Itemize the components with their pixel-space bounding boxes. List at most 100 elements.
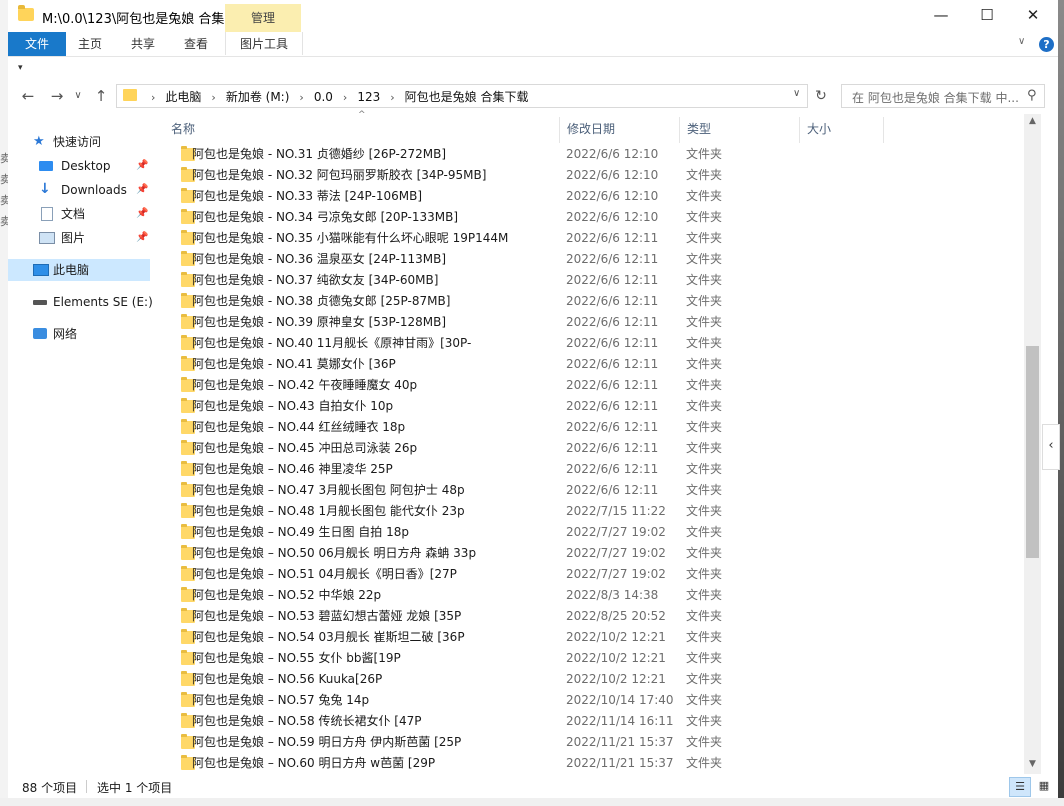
file-row[interactable]: 阿包也是兔娘 - NO.41 莫娜女仆 [36P 2022/6/6 12:11 文件… (164, 354, 884, 375)
file-row[interactable]: 阿包也是兔娘 – NO.54 03月舰长 崔斯坦二破 [36P 2022/10/2… (164, 627, 884, 648)
pin-icon[interactable]: 📌 (136, 227, 148, 249)
file-name: 阿包也是兔娘 – NO.53 碧蓝幻想古蕾娅 龙娘 [35P (192, 609, 462, 623)
help-icon[interactable]: ? (1039, 37, 1054, 52)
breadcrumb-current-folder[interactable]: 阿包也是兔娘 合集下载 (405, 90, 529, 104)
nav-label: 快速访问 (53, 135, 102, 149)
nav-desktop[interactable]: Desktop 📌 (8, 155, 153, 177)
tab-view[interactable]: 查看 (176, 32, 216, 56)
nav-documents[interactable]: 文档 📌 (8, 203, 153, 225)
back-arrow-icon[interactable]: ← (16, 86, 40, 106)
nav-this-pc[interactable]: 此电脑 (8, 259, 150, 281)
scroll-up-arrow-icon[interactable]: ▲ (1024, 116, 1041, 126)
pin-icon[interactable]: 📌 (136, 179, 148, 201)
nav-downloads[interactable]: ↓ Downloads 📌 (8, 179, 153, 201)
file-row[interactable]: 阿包也是兔娘 - NO.33 蒂法 [24P-106MB] 2022/6/6 12… (164, 186, 884, 207)
nav-label: 文档 (61, 207, 86, 221)
pane-toggle-chevron-icon[interactable]: ‹ (1042, 424, 1060, 470)
file-name: 阿包也是兔娘 – NO.54 03月舰长 崔斯坦二破 [36P (192, 630, 465, 644)
breadcrumb-volume[interactable]: 新加卷 (M:) (226, 90, 290, 104)
scroll-down-arrow-icon[interactable]: ▼ (1024, 759, 1041, 769)
nav-elements-drive[interactable]: Elements SE (E:) (8, 291, 153, 313)
file-row[interactable]: 阿包也是兔娘 – NO.59 明日方舟 伊内斯芭菌 [25P 2022/11/21… (164, 732, 884, 753)
pin-icon[interactable]: 📌 (136, 203, 148, 225)
maximize-button[interactable]: ☐ (964, 0, 1010, 32)
file-date: 2022/6/6 12:11 (566, 294, 659, 308)
file-row[interactable]: 阿包也是兔娘 – NO.55 女仆 bb酱[19P 2022/10/2 12:21… (164, 648, 884, 669)
vertical-scrollbar[interactable]: ▲ ▼ (1024, 114, 1041, 774)
column-header-size[interactable]: 大小 (800, 117, 884, 143)
file-row[interactable]: 阿包也是兔娘 – NO.44 红丝绒睡衣 18p 2022/6/6 12:11 文件… (164, 417, 884, 438)
file-row[interactable]: 阿包也是兔娘 - NO.31 贞德婚纱 [26P-272MB] 2022/6/6 … (164, 144, 884, 165)
tab-home[interactable]: 主页 (70, 32, 110, 56)
file-row[interactable]: 阿包也是兔娘 – NO.45 冲田总司泳装 26p 2022/6/6 12:11 文… (164, 438, 884, 459)
file-name: 阿包也是兔娘 – NO.55 女仆 bb酱[19P (192, 651, 401, 665)
breadcrumb-this-pc[interactable]: 此电脑 (165, 90, 201, 104)
file-row[interactable]: 阿包也是兔娘 – NO.60 明日方舟 w芭菌 [29P 2022/11/21 1… (164, 753, 884, 774)
file-row[interactable]: 阿包也是兔娘 - NO.32 阿包玛丽罗斯胶衣 [34P-95MB] 2022/6… (164, 165, 884, 186)
file-name: 阿包也是兔娘 – NO.43 自拍女仆 10p (192, 399, 394, 413)
file-row[interactable]: 阿包也是兔娘 – NO.51 04月舰长《明日香》[27P 2022/7/27 1… (164, 564, 884, 585)
file-row[interactable]: 阿包也是兔娘 – NO.49 生日图 自拍 18p 2022/7/27 19:02… (164, 522, 884, 543)
title-bar[interactable]: M:\0.0\123\阿包也是兔娘 合集... 管理 — ☐ ✕ (8, 0, 1058, 32)
refresh-icon[interactable]: ↻ (811, 84, 831, 108)
column-header-type[interactable]: 类型 (680, 117, 800, 143)
nav-label: 网络 (53, 327, 78, 341)
close-button[interactable]: ✕ (1010, 0, 1056, 32)
file-row[interactable]: 阿包也是兔娘 - NO.40 11月舰长《原神甘雨》[30P- 2022/6/6 … (164, 333, 884, 354)
tab-share[interactable]: 共享 (123, 32, 163, 56)
scrollbar-thumb[interactable] (1026, 346, 1039, 558)
details-view-icon[interactable]: ☰ (1009, 777, 1031, 797)
file-row[interactable]: 阿包也是兔娘 - NO.35 小猫咪能有什么坏心眼呢 19P144M 2022/6… (164, 228, 884, 249)
file-name: 阿包也是兔娘 – NO.50 06月舰长 明日方舟 森蚺 33p (192, 546, 477, 560)
file-row[interactable]: 阿包也是兔娘 – NO.57 兔兔 14p 2022/10/14 17:40 文件夹 (164, 690, 884, 711)
tab-picture-tools[interactable]: 图片工具 (225, 32, 303, 55)
nav-network[interactable]: 网络 (8, 323, 153, 345)
minimize-button[interactable]: — (918, 0, 964, 32)
file-date: 2022/6/6 12:10 (566, 147, 659, 161)
selection-count: 选中 1 个项目 (97, 781, 173, 795)
file-row[interactable]: 阿包也是兔娘 – NO.47 3月舰长图包 阿包护士 48p 2022/6/6 1… (164, 480, 884, 501)
recent-locations-icon[interactable]: ∨ (66, 86, 90, 106)
file-row[interactable]: 阿包也是兔娘 - NO.37 纯欲女友 [34P-60MB] 2022/6/6 1… (164, 270, 884, 291)
column-header-name[interactable]: 名称 (164, 117, 560, 143)
navigation-pane: ★ 快速访问 Desktop 📌 ↓ Downloads 📌 文档 📌 图片 📌… (8, 114, 158, 774)
file-row[interactable]: 阿包也是兔娘 - NO.36 温泉巫女 [24P-113MB] 2022/6/6 … (164, 249, 884, 270)
file-row[interactable]: 阿包也是兔娘 – NO.43 自拍女仆 10p 2022/6/6 12:11 文件夹 (164, 396, 884, 417)
file-row[interactable]: 阿包也是兔娘 – NO.46 神里凌华 25P 2022/6/6 12:11 文件夹 (164, 459, 884, 480)
address-history-dropdown-icon[interactable]: ∨ (793, 88, 800, 99)
quick-access-toolbar-dropdown[interactable]: ▾ (18, 63, 23, 73)
manage-context-header[interactable]: 管理 (225, 4, 301, 32)
nav-pictures[interactable]: 图片 📌 (8, 227, 153, 249)
file-row[interactable]: 阿包也是兔娘 – NO.56 Kuuka[26P 2022/10/2 12:21 文… (164, 669, 884, 690)
file-date: 2022/6/6 12:11 (566, 399, 659, 413)
file-type: 文件夹 (686, 756, 723, 770)
file-date: 2022/6/6 12:10 (566, 168, 659, 182)
breadcrumb-folder[interactable]: 123 (357, 90, 380, 104)
column-header-date[interactable]: 修改日期 (560, 117, 680, 143)
breadcrumb-folder[interactable]: 0.0 (314, 90, 333, 104)
nav-quick-access[interactable]: ★ 快速访问 (8, 131, 153, 153)
large-icons-view-icon[interactable]: ▦ (1034, 777, 1054, 795)
file-row[interactable]: 阿包也是兔娘 – NO.52 中华娘 22p 2022/8/3 14:38 文件夹 (164, 585, 884, 606)
up-arrow-icon[interactable]: ↑ (89, 86, 113, 106)
tab-file[interactable]: 文件 (8, 32, 66, 56)
file-row[interactable]: 阿包也是兔娘 – NO.48 1月舰长图包 能代女仆 23p 2022/7/15 … (164, 501, 884, 522)
folder-icon (123, 89, 137, 101)
file-row[interactable]: 阿包也是兔娘 - NO.34 弓凉兔女郎 [20P-133MB] 2022/6/6… (164, 207, 884, 228)
ribbon-expand-icon[interactable]: ∨ (1018, 36, 1025, 47)
search-input[interactable]: 在 阿包也是兔娘 合集下载 中... ⚲ (841, 84, 1045, 108)
pin-icon[interactable]: 📌 (136, 155, 148, 177)
file-name: 阿包也是兔娘 - NO.36 温泉巫女 [24P-113MB] (192, 252, 447, 266)
file-row[interactable]: 阿包也是兔娘 – NO.42 午夜睡睡魔女 40p 2022/6/6 12:11 文… (164, 375, 884, 396)
file-row[interactable]: 阿包也是兔娘 – NO.50 06月舰长 明日方舟 森蚺 33p 2022/7/2… (164, 543, 884, 564)
file-name: 阿包也是兔娘 - NO.32 阿包玛丽罗斯胶衣 [34P-95MB] (192, 168, 487, 182)
address-bar[interactable]: › 此电脑 › 新加卷 (M:) › 0.0 › 123 › 阿包也是兔娘 合集下载 ∨ (116, 84, 808, 108)
window-title: M:\0.0\123\阿包也是兔娘 合集... (42, 12, 237, 27)
file-date: 2022/7/27 19:02 (566, 525, 666, 539)
file-row[interactable]: 阿包也是兔娘 - NO.38 贞德兔女郎 [25P-87MB] 2022/6/6 … (164, 291, 884, 312)
file-row[interactable]: 阿包也是兔娘 – NO.53 碧蓝幻想古蕾娅 龙娘 [35P 2022/8/25 … (164, 606, 884, 627)
file-row[interactable]: 阿包也是兔娘 – NO.58 传统长裙女仆 [47P 2022/11/14 16:… (164, 711, 884, 732)
file-row[interactable]: 阿包也是兔娘 - NO.39 原神皇女 [53P-128MB] 2022/6/6 … (164, 312, 884, 333)
file-date: 2022/11/21 15:37 (566, 756, 674, 770)
file-name: 阿包也是兔娘 - NO.39 原神皇女 [53P-128MB] (192, 315, 447, 329)
